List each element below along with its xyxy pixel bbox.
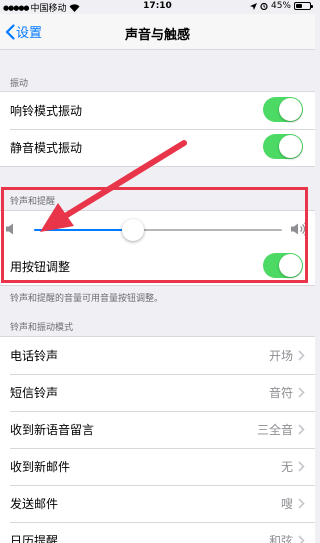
volume-low-icon: [6, 223, 13, 235]
battery-percent: 45%: [270, 1, 291, 11]
change-with-buttons-row: 用按钮调整: [0, 248, 315, 285]
toggle-knob: [279, 254, 302, 277]
change-with-buttons-toggle[interactable]: [263, 253, 303, 278]
patterns-group: 电话铃声 开场 短信铃声 音符 收到新语音留言 三全音 收到新邮件 无 发送邮件…: [0, 336, 315, 543]
volume-slider-fill: [34, 229, 134, 231]
toggle-knob: [279, 135, 302, 158]
patterns-section-header: 铃声和振动模式: [10, 323, 74, 333]
chevron-right-icon: [298, 350, 305, 361]
sent-mail-label: 发送邮件: [10, 497, 59, 511]
vibration-section-header: 振动: [10, 79, 29, 89]
status-bar: ●●●●● 中国移动 17:10 45%: [0, 0, 315, 14]
volume-slider-row: [0, 211, 315, 248]
volume-slider[interactable]: [34, 219, 282, 241]
volume-high-icon: [291, 222, 308, 236]
location-icon: [249, 2, 257, 10]
page-title: 声音与触感: [124, 28, 190, 43]
vibrate-on-silent-toggle[interactable]: [263, 134, 303, 159]
vibrate-on-ring-toggle[interactable]: [263, 97, 303, 122]
text-tone-value: 音符: [268, 386, 293, 400]
new-voicemail-row[interactable]: 收到新语音留言 三全音: [0, 411, 315, 448]
ringer-footer-note: 铃声和提醒的音量可用音量按钮调整。: [10, 294, 164, 304]
ringer-group: 用按钮调整: [0, 210, 315, 286]
navigation-bar: 设置 声音与触感: [0, 14, 315, 50]
chevron-right-icon: [298, 498, 305, 509]
sent-mail-row[interactable]: 发送邮件 嗖: [0, 485, 315, 522]
chevron-right-icon: [298, 387, 305, 398]
volume-slider-thumb[interactable]: [122, 219, 145, 241]
toggle-knob: [279, 98, 302, 121]
ringer-section-header: 铃声和提醒: [10, 197, 56, 207]
calendar-alerts-row[interactable]: 日历提醒 和弦: [0, 522, 315, 543]
status-right: 45%: [249, 1, 313, 11]
vibrate-on-silent-row: 静音模式振动: [0, 129, 315, 166]
chevron-right-icon: [298, 424, 305, 435]
ringtone-value: 开场: [268, 349, 293, 363]
chevron-right-icon: [298, 535, 305, 543]
text-tone-row[interactable]: 短信铃声 音符: [0, 374, 315, 411]
new-mail-row[interactable]: 收到新邮件 无: [0, 448, 315, 485]
battery-icon: [294, 2, 313, 10]
new-voicemail-value: 三全音: [256, 423, 293, 437]
alarm-icon: [260, 2, 268, 10]
chevron-right-icon: [298, 461, 305, 472]
calendar-alerts-value: 和弦: [268, 534, 293, 543]
new-mail-label: 收到新邮件: [10, 460, 71, 474]
vibration-group: 响铃模式振动 静音模式振动: [0, 91, 315, 167]
sent-mail-value: 嗖: [280, 497, 293, 511]
vibrate-on-ring-row: 响铃模式振动: [0, 92, 315, 129]
ringtone-row[interactable]: 电话铃声 开场: [0, 337, 315, 374]
new-mail-value: 无: [280, 460, 293, 474]
